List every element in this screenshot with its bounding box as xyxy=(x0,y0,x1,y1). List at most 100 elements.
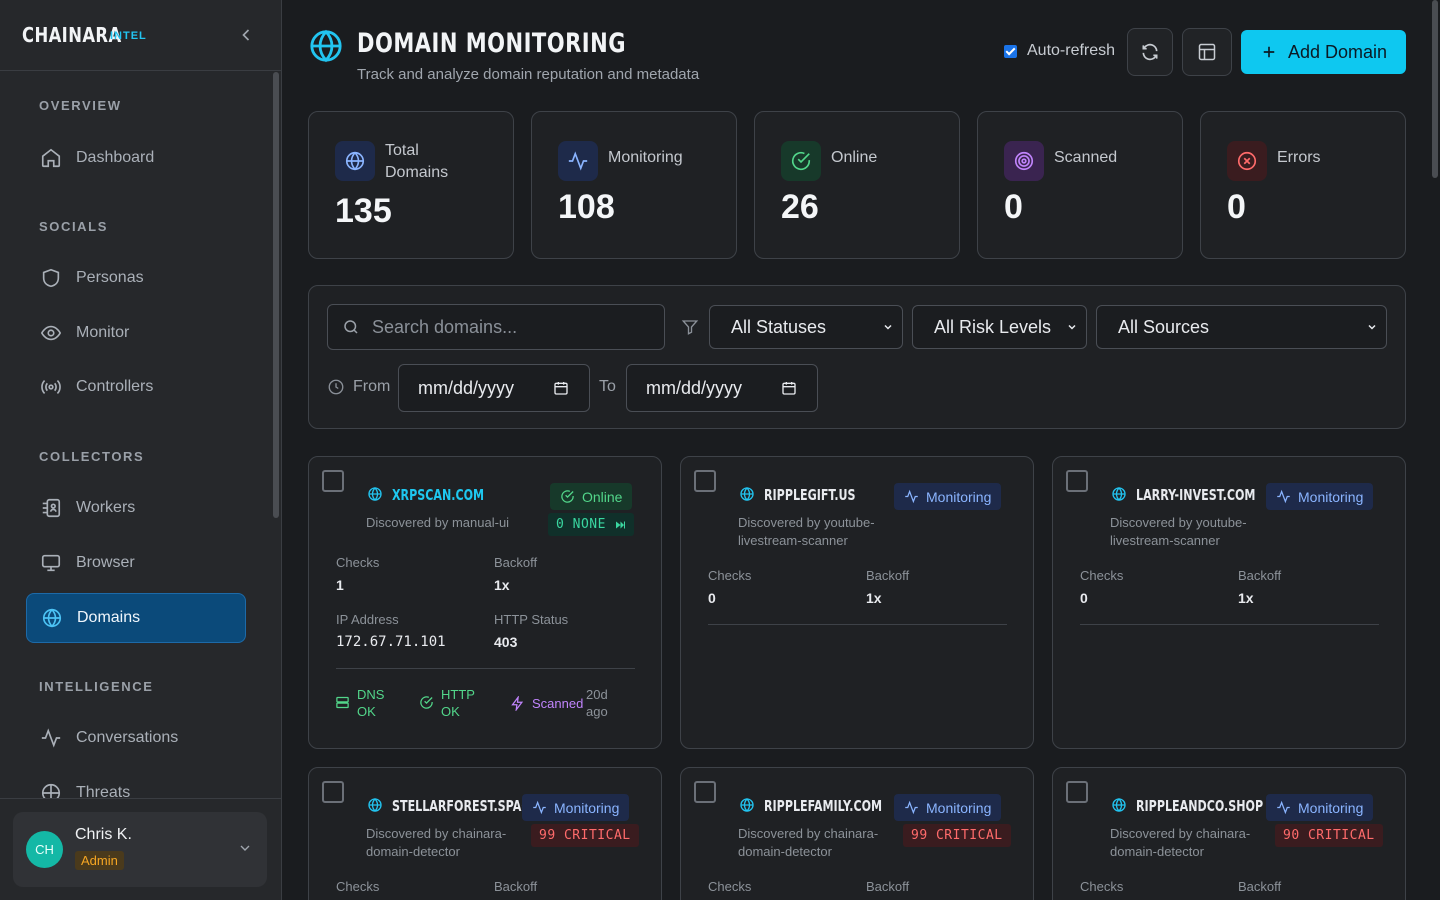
sidebar-item-label: Dashboard xyxy=(76,149,155,166)
globe-icon xyxy=(310,29,342,63)
from-date-placeholder: mm/dd/yyyy xyxy=(418,377,515,398)
from-date-input[interactable]: mm/dd/yyyy xyxy=(398,364,590,412)
sidebar-item-browser[interactable]: Browser xyxy=(26,538,246,588)
scanned-chip: Scanned xyxy=(510,695,583,712)
sidebar-item-monitor[interactable]: Monitor xyxy=(26,308,246,358)
auto-refresh-toggle[interactable]: Auto-refresh xyxy=(1004,42,1115,60)
discovered-by: Discovered by youtube-livestream-scanner xyxy=(1110,515,1247,548)
domain-name-link[interactable]: RIPPLEFAMILY.COM xyxy=(764,797,882,815)
search-placeholder: Search domains... xyxy=(372,316,518,337)
status-select[interactable]: All Statuses xyxy=(709,305,903,349)
filter-panel: Search domains... All Statuses All Risk … xyxy=(308,285,1406,429)
sidebar-item-threats[interactable]: Threats xyxy=(26,768,246,799)
page-subtitle: Track and analyze domain reputation and … xyxy=(357,66,700,83)
user-menu[interactable]: CH Chris K. Admin xyxy=(13,812,267,887)
eye-icon xyxy=(40,325,62,341)
sidebar-header: CHAINARA INTEL xyxy=(0,0,281,71)
refresh-button[interactable] xyxy=(1127,28,1173,76)
sidebar-item-controllers[interactable]: Controllers xyxy=(26,362,246,412)
discovered-by: Discovered by chainara-domain-detector xyxy=(1110,826,1251,859)
domain-card[interactable]: RIPPLEGIFT.US Discovered by youtube-live… xyxy=(680,456,1034,749)
layout-toggle-button[interactable] xyxy=(1182,28,1232,76)
skip-forward-icon xyxy=(615,521,625,528)
to-label: To xyxy=(599,378,616,395)
status-badge-label: Monitoring xyxy=(1298,799,1364,816)
stat-total-domains: Total Domains 135 xyxy=(308,111,514,259)
status-select-value: All Statuses xyxy=(731,316,827,337)
activity-icon xyxy=(1277,800,1290,815)
status-badge-label: Monitoring xyxy=(926,799,992,816)
sidebar-item-conversations[interactable]: Conversations xyxy=(26,713,246,763)
domain-card[interactable]: RIPPLEANDCO.SHOP Discovered by chainara-… xyxy=(1052,767,1406,900)
worker-icon xyxy=(42,498,61,518)
domain-card[interactable]: STELLARFOREST.SPACE Discovered by chaina… xyxy=(308,767,662,900)
stat-scanned: Scanned 0 xyxy=(977,111,1183,259)
calendar-icon[interactable] xyxy=(781,380,797,396)
select-checkbox[interactable] xyxy=(694,781,716,803)
to-date-input[interactable]: mm/dd/yyyy xyxy=(626,364,818,412)
sidebar-item-personas[interactable]: Personas xyxy=(26,253,246,303)
risk-select[interactable]: All Risk Levels xyxy=(912,305,1087,349)
activity-icon xyxy=(568,151,588,171)
domain-name-link[interactable]: RIPPLEGIFT.US xyxy=(764,486,856,504)
status-badge: Online xyxy=(550,483,633,510)
chevron-left-icon[interactable] xyxy=(236,25,256,45)
stat-label: Online xyxy=(831,149,878,166)
status-badge: Monitoring xyxy=(894,794,1002,821)
risk-select-value: All Risk Levels xyxy=(934,316,1052,337)
select-checkbox[interactable] xyxy=(322,781,344,803)
backoff-label: Backoff xyxy=(1238,568,1282,583)
auto-refresh-checkbox[interactable] xyxy=(1004,44,1017,58)
search-input[interactable]: Search domains... xyxy=(327,304,665,350)
main-scrollbar[interactable] xyxy=(1432,0,1438,178)
domain-card[interactable]: LARRY-INVEST.COM Discovered by youtube-l… xyxy=(1052,456,1406,749)
sidebar-item-domains[interactable]: Domains xyxy=(26,593,246,643)
source-select[interactable]: All Sources xyxy=(1096,305,1387,349)
search-icon xyxy=(344,320,358,334)
target-icon xyxy=(1014,151,1034,171)
stat-value: 0 xyxy=(1004,188,1023,226)
sidebar-item-workers[interactable]: Workers xyxy=(26,483,246,533)
calendar-icon[interactable] xyxy=(553,380,569,396)
sidebar-item-dashboard[interactable]: Dashboard xyxy=(26,133,246,183)
globe-icon xyxy=(740,798,754,812)
select-checkbox[interactable] xyxy=(694,470,716,492)
domain-name-link[interactable]: STELLARFOREST.SPACE xyxy=(392,797,537,815)
section-title-socials: SOCIALS xyxy=(39,219,108,234)
domain-name-link[interactable]: RIPPLEANDCO.SHOP xyxy=(1136,797,1263,815)
checks-label: Checks xyxy=(336,879,380,894)
domain-name-link[interactable]: LARRY-INVEST.COM xyxy=(1136,486,1255,504)
select-checkbox[interactable] xyxy=(1066,781,1088,803)
stat-icon-box xyxy=(558,141,598,181)
brand-logo[interactable]: CHAINARA xyxy=(22,23,122,47)
add-domain-button[interactable]: Add Domain xyxy=(1241,30,1406,74)
activity-icon xyxy=(905,489,918,504)
domain-card[interactable]: XRPSCAN.COM Discovered by manual-ui Onli… xyxy=(308,456,662,749)
chevron-down-icon[interactable] xyxy=(237,840,253,856)
clock-icon xyxy=(328,379,344,395)
select-checkbox[interactable] xyxy=(322,470,344,492)
filter-icon xyxy=(681,320,699,335)
domain-name-link[interactable]: XRPSCAN.COM xyxy=(392,486,484,504)
globe-icon xyxy=(42,608,62,628)
http-ok-label: HTTP OK xyxy=(441,687,475,719)
discovered-by: Discovered by manual-ui xyxy=(366,515,510,530)
stat-label: Scanned xyxy=(1054,149,1118,166)
from-label-text: From xyxy=(353,378,391,395)
sidebar-item-label: Domains xyxy=(77,609,141,626)
stat-label: Total Domains xyxy=(385,142,449,181)
ip-value: 172.67.71.101 xyxy=(336,634,446,650)
sidebar-scrollbar[interactable] xyxy=(273,72,279,518)
select-checkbox[interactable] xyxy=(1066,470,1088,492)
domain-card[interactable]: RIPPLEFAMILY.COM Discovered by chainara-… xyxy=(680,767,1034,900)
activity-icon xyxy=(41,728,61,748)
source-select-value: All Sources xyxy=(1118,316,1210,337)
checks-label: Checks xyxy=(1080,568,1124,583)
bolt-icon xyxy=(511,696,524,711)
from-label: From xyxy=(327,378,390,396)
http-ok-chip: HTTP OK xyxy=(419,686,481,720)
stat-value: 0 xyxy=(1227,188,1246,226)
checks-value: 1 xyxy=(336,577,344,593)
stat-errors: Errors 0 xyxy=(1200,111,1406,259)
stat-value: 26 xyxy=(781,188,819,226)
